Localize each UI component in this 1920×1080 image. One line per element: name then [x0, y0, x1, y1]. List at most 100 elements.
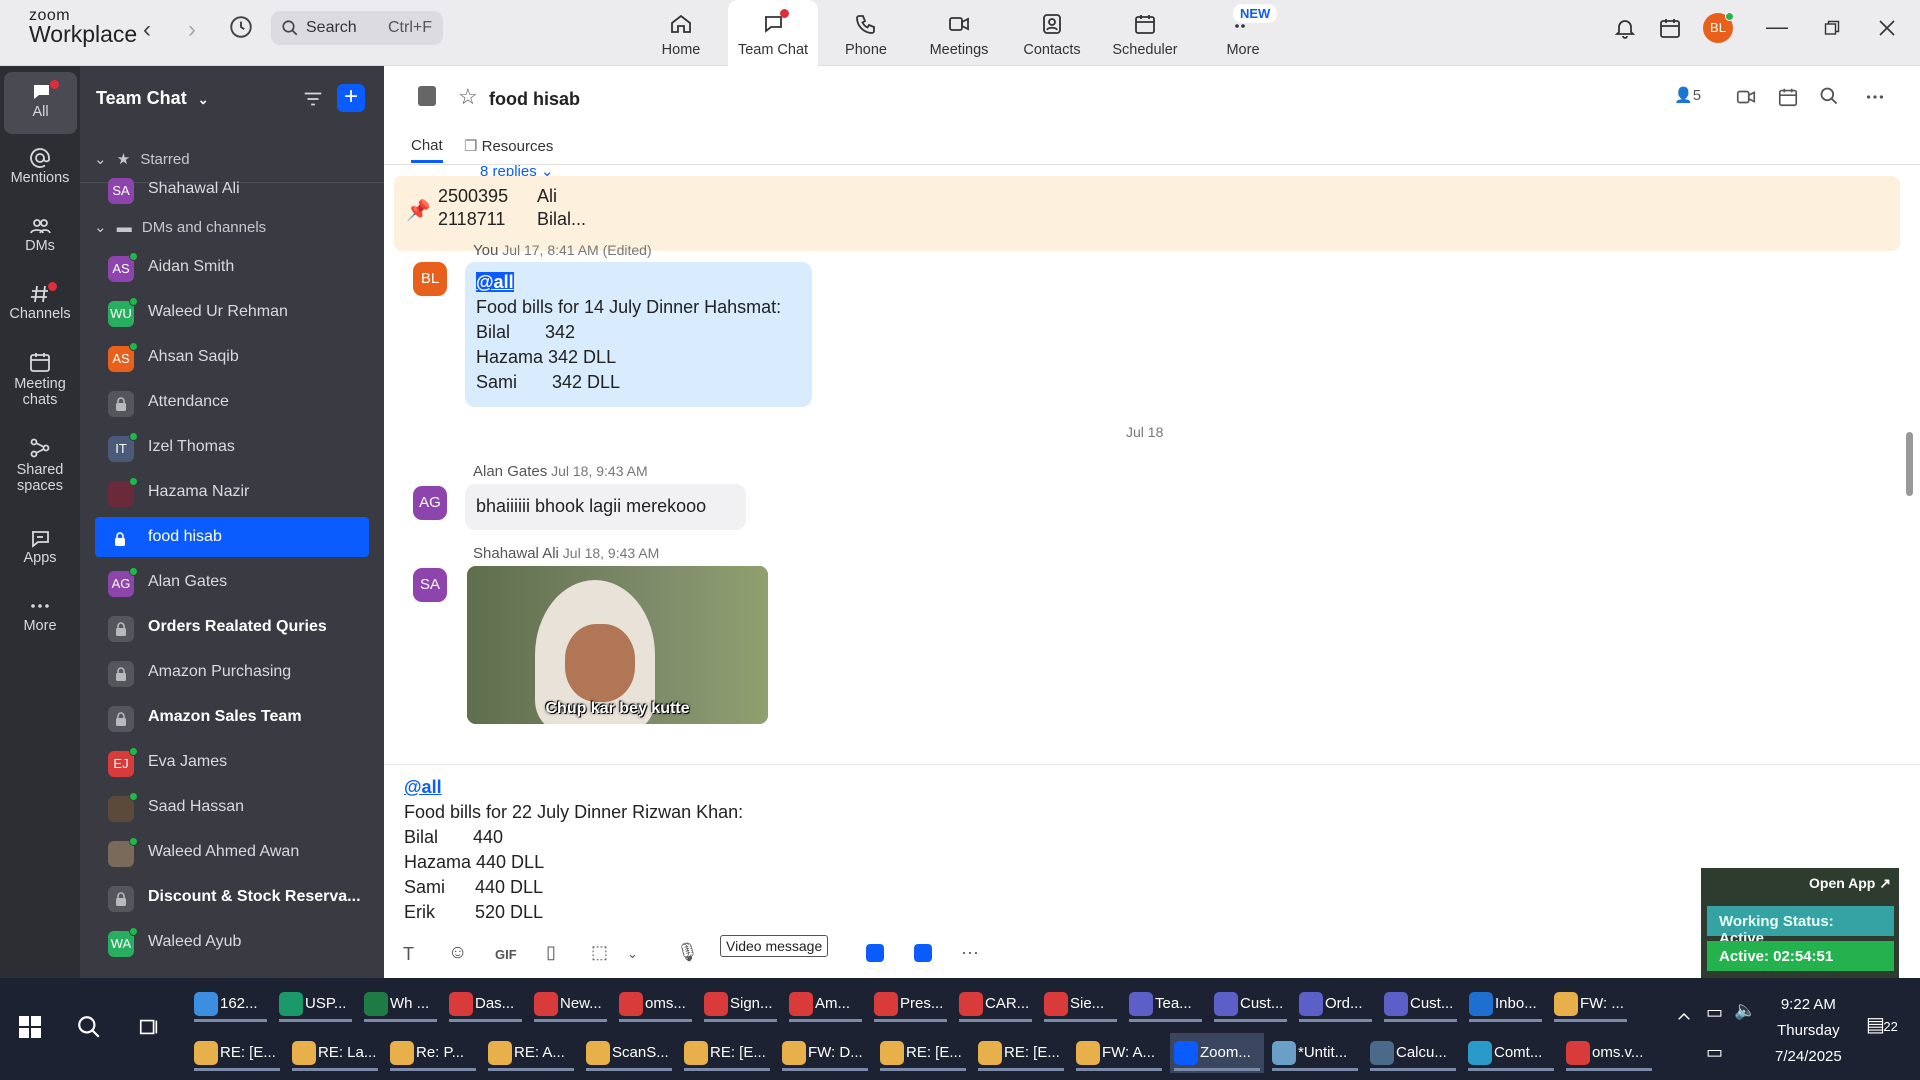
- sidebar-item[interactable]: Hazama Nazir: [96, 472, 381, 512]
- restore-icon[interactable]: [1824, 20, 1840, 36]
- taskbar-app[interactable]: Re: P...: [386, 1033, 480, 1073]
- search-box[interactable]: Search Ctrl+F: [271, 11, 443, 45]
- avatar[interactable]: AG: [413, 486, 447, 520]
- sidebar-item[interactable]: AG Alan Gates: [96, 562, 381, 602]
- sidebar-item[interactable]: Amazon Purchasing: [96, 652, 381, 692]
- tab-contacts[interactable]: Contacts: [1009, 0, 1095, 66]
- sidebar-item[interactable]: Saad Hassan: [96, 787, 381, 827]
- sidebar-item[interactable]: SA Shahawal Ali: [96, 176, 381, 206]
- taskbar-app[interactable]: oms...: [615, 984, 696, 1024]
- forward-arrow-icon[interactable]: ›: [188, 16, 196, 44]
- calendar-icon[interactable]: [1777, 86, 1799, 108]
- emoji-icon[interactable]: ☺: [448, 942, 467, 970]
- battery-icon[interactable]: ▭: [1706, 1002, 1723, 1023]
- taskbar-app[interactable]: RE: [E...: [876, 1033, 970, 1073]
- taskbar-app[interactable]: RE: La...: [288, 1033, 382, 1073]
- filter-icon[interactable]: [302, 88, 324, 110]
- sidebar-item[interactable]: WU Waleed Ur Rehman: [96, 292, 381, 332]
- taskbar-app[interactable]: USP...: [275, 984, 356, 1024]
- history-icon[interactable]: [228, 14, 254, 40]
- rail-apps[interactable]: Apps: [0, 526, 80, 566]
- tab-meetings[interactable]: Meetings: [916, 0, 1002, 66]
- taskbar-app[interactable]: *Untit...: [1268, 1033, 1362, 1073]
- taskbar-app[interactable]: RE: [E...: [190, 1033, 284, 1073]
- rail-channels[interactable]: Channels: [0, 282, 80, 322]
- taskbar-app[interactable]: Cust...: [1380, 984, 1461, 1024]
- notifications-button[interactable]: ▤ 22: [1866, 1012, 1898, 1037]
- taskbar-app[interactable]: CAR...: [955, 984, 1036, 1024]
- message-bubble[interactable]: @all Food bills for 14 July Dinner Hahsm…: [465, 262, 812, 407]
- more-tools-icon[interactable]: ···: [961, 942, 979, 970]
- sidebar-title[interactable]: Team Chat ⌄: [96, 88, 209, 109]
- microphone-icon[interactable]: 🎙: [676, 942, 699, 970]
- rail-all[interactable]: All: [4, 72, 77, 134]
- taskbar-app[interactable]: New...: [530, 984, 611, 1024]
- meme-image[interactable]: Chup kar bey kutte: [467, 566, 768, 724]
- search-icon[interactable]: [1819, 86, 1839, 106]
- taskbar-app[interactable]: Sign...: [700, 984, 781, 1024]
- taskbar-app[interactable]: Das...: [445, 984, 526, 1024]
- tab-resources[interactable]: ❐ Resources: [464, 137, 553, 155]
- close-icon[interactable]: [1879, 20, 1895, 36]
- channel-title[interactable]: food hisab: [489, 89, 580, 110]
- taskbar-app[interactable]: ScanS...: [582, 1033, 676, 1073]
- bell-icon[interactable]: [1613, 16, 1637, 40]
- avatar[interactable]: BL: [413, 262, 447, 296]
- screenshot-icon[interactable]: ⬚: [591, 942, 608, 970]
- message-composer[interactable]: @all Food bills for 22 July Dinner Rizwa…: [384, 764, 1920, 978]
- minimize-icon[interactable]: —: [1766, 14, 1788, 40]
- members-button[interactable]: 👤5: [1674, 86, 1701, 104]
- taskbar-app[interactable]: RE: [E...: [974, 1033, 1068, 1073]
- sidebar-item[interactable]: Discount & Stock Reserva...: [96, 877, 381, 917]
- sidebar-item[interactable]: WA Waleed Ayub: [96, 922, 381, 962]
- taskbar-app[interactable]: Tea...: [1125, 984, 1206, 1024]
- rail-dms[interactable]: DMs: [0, 214, 80, 254]
- taskbar-app[interactable]: FW: ...: [1550, 984, 1631, 1024]
- rail-more[interactable]: More: [0, 594, 80, 634]
- star-outline-icon[interactable]: ☆: [458, 84, 478, 110]
- taskbar-app[interactable]: Wh ...: [360, 984, 441, 1024]
- tab-phone[interactable]: Phone: [823, 0, 909, 66]
- sidebar-item[interactable]: Amazon Sales Team: [96, 697, 381, 737]
- tab-home[interactable]: Home: [638, 0, 724, 66]
- app-icon[interactable]: [914, 944, 932, 962]
- gif-icon[interactable]: GIF: [495, 947, 517, 975]
- sidebar-item[interactable]: food hisab: [95, 517, 369, 557]
- chevron-up-icon[interactable]: [1675, 1008, 1693, 1026]
- taskbar-app[interactable]: Cust...: [1210, 984, 1291, 1024]
- taskbar-app[interactable]: Am...: [785, 984, 866, 1024]
- taskbar-app[interactable]: RE: A...: [484, 1033, 578, 1073]
- message-bubble[interactable]: bhaiiiiii bhook lagii merekooo: [465, 484, 746, 530]
- windows-start-icon[interactable]: [19, 1016, 41, 1038]
- avatar[interactable]: SA: [413, 568, 447, 602]
- file-icon[interactable]: ▯: [546, 942, 556, 970]
- more-options-icon[interactable]: [1864, 86, 1886, 108]
- starred-section[interactable]: ⌄ ★ Starred: [94, 150, 190, 168]
- volume-icon[interactable]: 🔈: [1734, 1000, 1756, 1021]
- taskbar-app[interactable]: Inbo...: [1465, 984, 1546, 1024]
- tab-scheduler[interactable]: Scheduler: [1102, 0, 1188, 66]
- system-clock[interactable]: 9:22 AM Thursday 7/24/2025: [1775, 992, 1842, 1070]
- taskbar-app[interactable]: 162...: [190, 984, 271, 1024]
- taskbar-app[interactable]: FW: A...: [1072, 1033, 1166, 1073]
- mention-all[interactable]: @all: [476, 272, 514, 292]
- sidebar-item[interactable]: EJ Eva James: [96, 742, 381, 782]
- scrollbar[interactable]: [1906, 432, 1913, 496]
- taskbar-app[interactable]: Comt...: [1464, 1033, 1558, 1073]
- rail-mentions[interactable]: Mentions: [0, 146, 80, 186]
- display-icon[interactable]: ▭: [1706, 1042, 1723, 1063]
- format-icon[interactable]: T: [403, 944, 414, 972]
- taskbar-app[interactable]: oms.v...: [1562, 1033, 1656, 1073]
- tab-chat[interactable]: Chat: [411, 137, 443, 163]
- sidebar-item[interactable]: Orders Realated Quries: [96, 607, 381, 647]
- open-app-link[interactable]: Open App ↗: [1809, 875, 1891, 892]
- pinned-message[interactable]: 📌 2500395 Ali 2118711 Bilal...: [394, 176, 1900, 251]
- sidebar-item[interactable]: Waleed Ahmed Awan: [96, 832, 381, 872]
- task-view-icon[interactable]: [138, 1016, 160, 1038]
- search-icon[interactable]: [76, 1014, 102, 1040]
- sidebar-item[interactable]: IT Izel Thomas: [96, 427, 381, 467]
- taskbar-app[interactable]: Zoom...: [1170, 1033, 1264, 1073]
- rail-meeting-chats[interactable]: Meeting chats: [0, 350, 80, 408]
- tab-team-chat[interactable]: Team Chat: [728, 0, 818, 66]
- rail-shared-spaces[interactable]: Shared spaces: [0, 436, 80, 494]
